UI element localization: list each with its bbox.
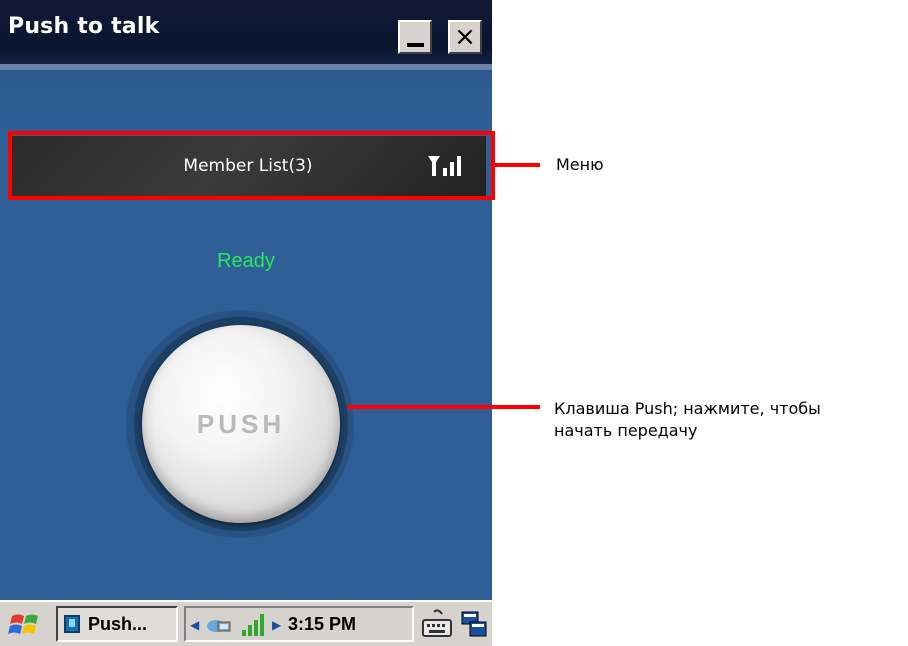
system-tray: ◀ ▶ 3:15 PM bbox=[184, 606, 414, 642]
window-title: Push to talk bbox=[8, 14, 160, 39]
minimize-icon bbox=[407, 43, 424, 47]
taskbar-app-label: Push... bbox=[88, 614, 148, 634]
app-icon bbox=[64, 615, 80, 633]
status-text: Ready bbox=[217, 250, 275, 272]
menu-callout-line bbox=[495, 163, 540, 167]
menu-label: Member List(3) bbox=[183, 156, 313, 176]
push-to-talk-button[interactable]: PUSH bbox=[142, 325, 340, 523]
windows-start-icon[interactable] bbox=[6, 610, 46, 640]
member-list-menu[interactable]: Member List(3) bbox=[10, 136, 486, 196]
push-callout-line-2: начать передачу bbox=[554, 421, 698, 440]
network-icon[interactable] bbox=[204, 614, 234, 636]
signal-bars-icon[interactable] bbox=[240, 612, 268, 638]
push-callout-line bbox=[347, 405, 540, 409]
menu-callout-label: Меню bbox=[556, 155, 604, 174]
device-screen: Push to talk × Member List(3) Ready PUSH bbox=[0, 0, 492, 646]
taskbar-push-app-button[interactable]: Push... bbox=[56, 606, 178, 642]
tray-right-arrow-icon[interactable]: ▶ bbox=[272, 618, 281, 632]
title-bar: Push to talk × bbox=[0, 0, 492, 64]
push-button-label: PUSH bbox=[196, 409, 286, 439]
tray-left-arrow-icon[interactable]: ◀ bbox=[190, 618, 199, 632]
taskbar: Push... ◀ ▶ 3:15 PM bbox=[0, 600, 492, 646]
close-icon: × bbox=[454, 22, 476, 52]
close-button[interactable]: × bbox=[448, 20, 482, 54]
signal-strength-icon bbox=[428, 156, 461, 176]
push-callout-line-1: Клавиша Push; нажмите, чтобы bbox=[554, 399, 821, 418]
desktop-icon[interactable] bbox=[460, 608, 488, 640]
minimize-button[interactable] bbox=[398, 20, 432, 54]
push-callout-label: Клавиша Push; нажмите, чтобы начать пере… bbox=[554, 398, 906, 442]
keyboard-icon[interactable] bbox=[420, 608, 454, 640]
clock[interactable]: 3:15 PM bbox=[288, 614, 356, 635]
header-band bbox=[0, 70, 492, 130]
